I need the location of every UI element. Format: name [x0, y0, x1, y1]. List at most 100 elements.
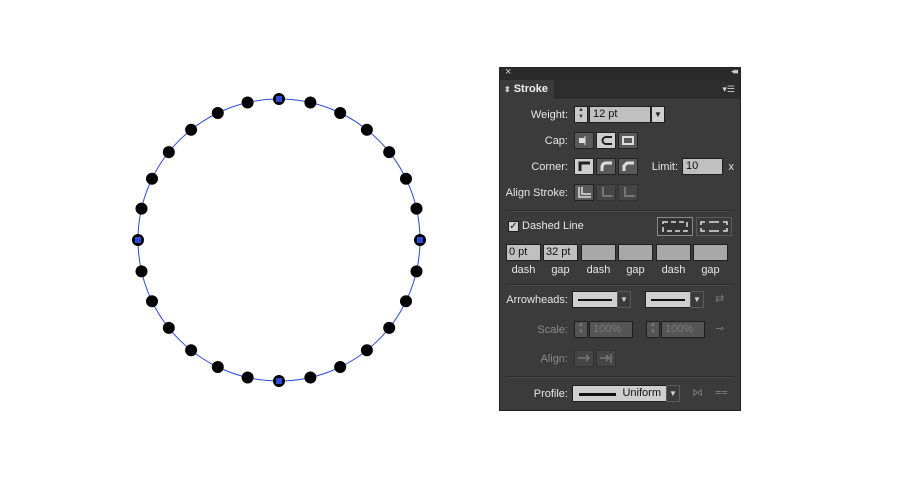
close-icon[interactable]: ×	[505, 66, 511, 78]
limit-field[interactable]: 10	[682, 158, 723, 175]
align-dash-corners-button[interactable]	[696, 217, 732, 236]
weight-field[interactable]: 12 pt	[589, 106, 651, 123]
profile-select[interactable]: Uniform	[572, 385, 667, 402]
flip-along-icon[interactable]: ⋈	[692, 386, 703, 399]
arrowheads-label: Arrowheads:	[506, 294, 568, 306]
dash-dots	[132, 93, 426, 387]
profile-value: Uniform	[622, 387, 661, 399]
tab-stroke[interactable]: ⬍ Stroke	[500, 80, 554, 99]
align-outside-button[interactable]	[618, 184, 638, 201]
dash-dot	[162, 146, 175, 159]
anchor-point-bottom[interactable]	[276, 378, 282, 384]
dash-field-3[interactable]	[656, 244, 691, 261]
dash-dot	[135, 202, 148, 215]
tab-stroke-label: Stroke	[513, 83, 548, 95]
dash-dot	[162, 321, 175, 334]
profile-dropdown[interactable]: ▼	[666, 385, 680, 402]
start-scale-stepper[interactable]: ▲ ▼	[574, 321, 588, 338]
stroke-panel: × ◂◂ ⬍ Stroke ▾☰ Weight: ▲ ▼ 12 pt ▼ Cap: …	[499, 66, 741, 411]
start-arrowhead-dropdown[interactable]: ▼	[617, 291, 631, 308]
preserve-dash-button[interactable]	[657, 217, 693, 236]
miter-join-icon	[578, 161, 590, 171]
artboard[interactable]	[0, 0, 480, 490]
dash-field-1[interactable]: 0 pt	[506, 244, 541, 261]
dash-dot	[400, 295, 412, 308]
dash-label-1: dash	[511, 264, 536, 276]
link-scale-icon[interactable]: ⊸	[715, 322, 724, 335]
anchor-point-right[interactable]	[417, 237, 423, 243]
corner-label: Corner:	[531, 161, 568, 173]
dash-dot	[304, 371, 317, 384]
align-inside-button[interactable]	[596, 184, 616, 201]
end-scale-field[interactable]: 100%	[661, 321, 705, 338]
cap-label: Cap:	[544, 135, 568, 147]
dash-dot	[185, 344, 198, 357]
circle-path[interactable]	[137, 98, 421, 382]
swap-arrowheads-icon[interactable]: ⇄	[715, 292, 724, 305]
gap-label-2: gap	[626, 264, 645, 276]
dash-field-2[interactable]	[581, 244, 616, 261]
start-scale-field[interactable]: 100%	[589, 321, 633, 338]
gap-label-1: gap	[551, 264, 570, 276]
dash-dot	[211, 107, 224, 119]
bevel-join-button[interactable]	[618, 158, 638, 175]
arrow-beyond-icon	[578, 354, 591, 362]
start-arrowhead-select[interactable]	[572, 291, 618, 308]
gap-label-3: gap	[701, 264, 720, 276]
round-cap-button[interactable]	[596, 132, 616, 149]
arrow-tip-beyond-button[interactable]	[574, 350, 594, 367]
anchor-point-top[interactable]	[276, 96, 282, 102]
dashed-line-label: Dashed Line	[522, 220, 584, 232]
anchor-point-left[interactable]	[135, 237, 141, 243]
tab-expand-icon: ⬍	[504, 85, 511, 94]
dash-dot	[146, 295, 158, 308]
dash-dot	[410, 265, 423, 278]
dash-dot	[334, 361, 347, 373]
butt-cap-icon	[579, 136, 586, 145]
divider	[506, 376, 734, 378]
bevel-join-icon	[622, 161, 634, 171]
dash-dot	[241, 371, 254, 384]
divider	[506, 284, 734, 286]
round-join-button[interactable]	[596, 158, 616, 175]
flip-across-icon[interactable]: ⩵	[715, 386, 728, 399]
dash-dot	[211, 361, 224, 373]
projecting-cap-icon	[622, 136, 634, 145]
scale-label: Scale:	[537, 324, 568, 336]
end-scale-stepper[interactable]: ▲ ▼	[646, 321, 660, 338]
align-center-button[interactable]	[574, 184, 594, 201]
dash-dot	[334, 107, 347, 119]
weight-label: Weight:	[530, 109, 568, 121]
dash-dot	[360, 344, 373, 357]
gap-field-1[interactable]: 32 pt	[543, 244, 578, 261]
panel-titlebar: × ◂◂	[500, 66, 740, 80]
dash-dot	[185, 123, 198, 136]
gap-field-3[interactable]	[693, 244, 728, 261]
end-arrowhead-dropdown[interactable]: ▼	[690, 291, 704, 308]
arrow-tip-at-end-button[interactable]	[596, 350, 616, 367]
dash-dot	[241, 96, 254, 109]
projecting-cap-button[interactable]	[618, 132, 638, 149]
end-arrowhead-select[interactable]	[645, 291, 691, 308]
dash-dot	[383, 321, 396, 334]
butt-cap-button[interactable]	[574, 132, 594, 149]
dash-dot	[400, 172, 412, 185]
align-center-icon	[578, 187, 591, 198]
round-join-icon	[600, 161, 612, 171]
miter-join-button[interactable]	[574, 158, 594, 175]
collapse-icon[interactable]: ◂◂	[731, 66, 738, 77]
dash-dot	[410, 202, 423, 215]
dashed-line-checkbox[interactable]: ✓	[508, 221, 519, 232]
align-dash-corners-icon	[700, 221, 728, 232]
gap-field-2[interactable]	[618, 244, 653, 261]
dash-dot	[304, 96, 317, 109]
panel-menu-icon[interactable]: ▾☰	[722, 84, 735, 95]
dash-dot	[383, 146, 396, 159]
weight-dropdown[interactable]: ▼	[651, 106, 665, 123]
limit-label: Limit:	[651, 161, 678, 173]
align-stroke-label: Align Stroke:	[505, 187, 568, 199]
weight-stepper[interactable]: ▲ ▼	[574, 106, 588, 123]
align-outside-icon	[624, 187, 635, 197]
round-cap-icon	[601, 136, 612, 145]
dash-dot	[135, 265, 148, 278]
